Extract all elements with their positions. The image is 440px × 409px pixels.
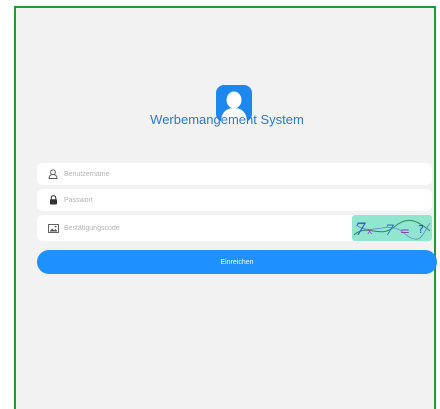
page-title: Werbemangement System [150, 112, 304, 127]
svg-text:7: 7 [385, 223, 394, 239]
svg-text:x: x [367, 227, 373, 237]
captcha-image[interactable]: 7 x 7 = ? [352, 215, 432, 241]
username-field[interactable] [37, 163, 432, 185]
password-field[interactable] [37, 189, 432, 211]
svg-text:7: 7 [355, 220, 366, 240]
password-input[interactable] [64, 196, 324, 204]
captcha-field[interactable]: 7 x 7 = ? [37, 215, 432, 241]
login-panel: Werbemangement System Benutzername Bestä… [14, 6, 437, 409]
lock-icon [46, 193, 60, 207]
svg-text:=: = [400, 224, 410, 238]
image-icon [46, 221, 60, 235]
captcha-input[interactable] [64, 224, 324, 232]
user-icon [46, 167, 60, 181]
submit-button[interactable]: Einreichen [37, 250, 437, 274]
username-input[interactable] [64, 170, 324, 178]
svg-text:?: ? [418, 223, 424, 236]
